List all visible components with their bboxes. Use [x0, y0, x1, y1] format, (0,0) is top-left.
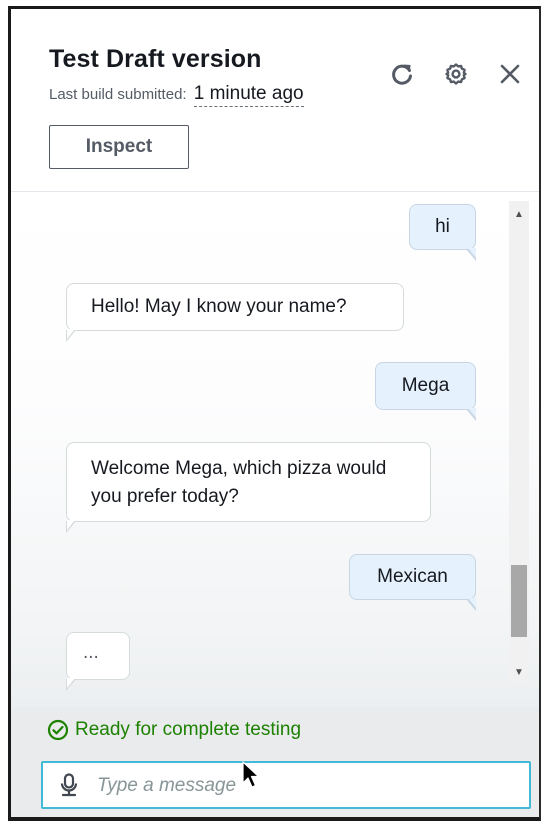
check-circle-icon	[47, 719, 69, 741]
settings-icon	[445, 63, 467, 85]
panel-title: Test Draft version	[49, 45, 262, 73]
refresh-button[interactable]	[385, 57, 419, 91]
close-button[interactable]	[493, 57, 527, 91]
bubble-tail	[466, 248, 476, 261]
mouse-pointer-icon	[242, 761, 260, 788]
message-text: ...	[83, 642, 99, 663]
chat-scrollbar[interactable]: ▲ ▼	[509, 201, 529, 683]
message-input[interactable]	[95, 769, 519, 803]
build-time[interactable]: 1 minute ago	[193, 83, 304, 107]
message-text: Mexican	[377, 566, 448, 587]
chat-transcript[interactable]: hi Hello! May I know your name? Mega Wel…	[11, 192, 539, 707]
bot-message: Welcome Mega, which pizza would you pref…	[66, 442, 431, 533]
test-bot-panel: Test Draft version Last build submitted:…	[8, 6, 541, 821]
bubble-tail	[466, 598, 476, 611]
message-text: Welcome Mega, which pizza would you pref…	[91, 458, 387, 507]
settings-button[interactable]	[439, 57, 473, 91]
inspect-button[interactable]: Inspect	[49, 125, 189, 169]
typing-indicator: ...	[66, 632, 130, 691]
build-status-line: Last build submitted: 1 minute ago	[49, 83, 304, 107]
user-message: Mexican	[349, 554, 476, 611]
build-status-label: Last build submitted:	[49, 86, 187, 103]
bubble-tail	[466, 408, 476, 421]
scroll-up-arrow-icon[interactable]: ▲	[509, 205, 529, 223]
message-input-box[interactable]	[41, 761, 531, 809]
user-message: hi	[409, 204, 476, 261]
status-text: Ready for complete testing	[75, 719, 302, 740]
message-text: Mega	[401, 375, 450, 396]
close-icon	[500, 64, 520, 84]
message-text: hi	[435, 216, 450, 237]
bubble-tail	[66, 678, 76, 691]
microphone-icon[interactable]	[59, 773, 79, 797]
bubble-tail	[66, 520, 76, 533]
user-message: Mega	[375, 362, 476, 421]
scroll-down-arrow-icon[interactable]: ▼	[509, 663, 529, 681]
scroll-thumb[interactable]	[511, 565, 527, 637]
testing-status: Ready for complete testing	[47, 719, 301, 741]
bot-message: Hello! May I know your name?	[66, 283, 404, 342]
panel-header: Test Draft version Last build submitted:…	[11, 9, 539, 192]
message-text: Hello! May I know your name?	[91, 296, 347, 317]
refresh-icon	[392, 64, 412, 85]
bubble-tail	[66, 329, 76, 342]
